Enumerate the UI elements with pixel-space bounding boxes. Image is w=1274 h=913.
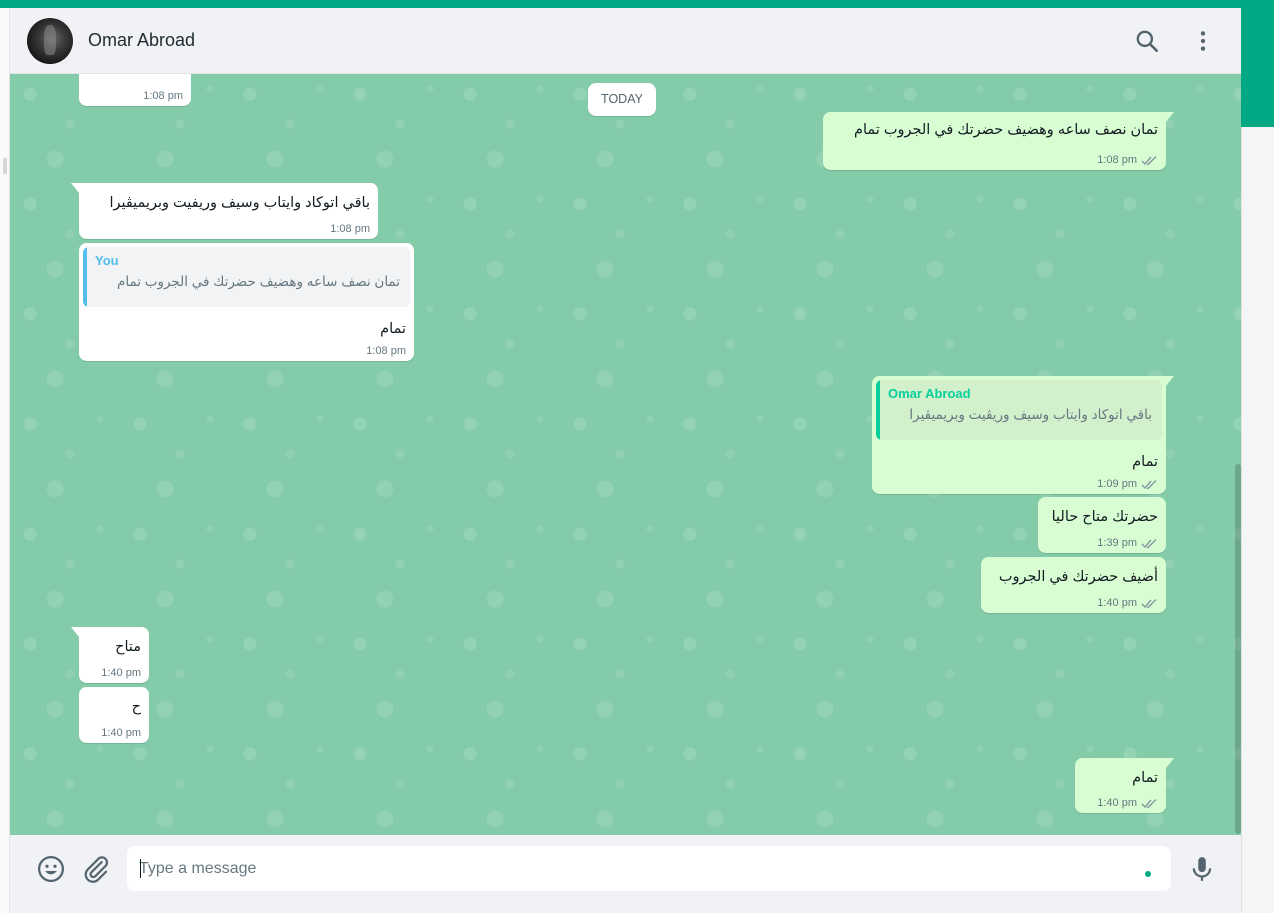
message-meta: 1:08 pm [1097, 154, 1158, 166]
message-incoming[interactable]: متاح 1:40 pm [71, 627, 149, 683]
message-list[interactable]: TODAY 1:08 pm تمان نصف ساعه وهضيف حضرتك … [10, 74, 1241, 835]
message-time: 1:08 pm [143, 90, 183, 102]
double-check-icon [1141, 155, 1157, 165]
message-text: ح [131, 699, 141, 715]
date-divider: TODAY [588, 83, 656, 116]
attach-icon[interactable] [81, 854, 111, 884]
message-text: أضيف حضرتك في الجروب [998, 569, 1158, 585]
message-text: متاح [115, 639, 141, 655]
message-time: 1:40 pm [101, 667, 141, 679]
message-incoming[interactable]: 1:08 pm [79, 74, 191, 106]
message-time: 1:08 pm [366, 345, 406, 357]
message-text: حضرتك متاح حاليا [1051, 509, 1158, 525]
message-incoming-reply[interactable]: You تمان نصف ساعه وهضيف حضرتك في الجروب … [79, 243, 414, 361]
message-incoming[interactable]: ح 1:40 pm [79, 687, 149, 743]
message-time: 1:40 pm [1097, 597, 1137, 609]
message-outgoing[interactable]: تمان نصف ساعه وهضيف حضرتك في الجروب تمام… [823, 112, 1174, 170]
message-text: باقي اتوكاد وايتاب وسيف وريفيت وبريميڤير… [109, 195, 370, 211]
quoted-message[interactable]: You تمان نصف ساعه وهضيف حضرتك في الجروب … [83, 247, 410, 307]
message-text: تمام [1132, 454, 1158, 470]
message-outgoing[interactable]: حضرتك متاح حاليا 1:39 pm [1038, 497, 1166, 553]
quote-text: تمان نصف ساعه وهضيف حضرتك في الجروب تمام [116, 274, 400, 289]
contact-name[interactable]: Omar Abroad [88, 30, 195, 51]
message-meta: 1:40 pm [101, 727, 141, 739]
message-meta: 1:40 pm [1097, 797, 1158, 809]
top-accent-bar [0, 0, 1274, 8]
double-check-icon [1141, 798, 1157, 808]
message-time: 1:39 pm [1097, 537, 1137, 549]
message-text: تمان نصف ساعه وهضيف حضرتك في الجروب تمام [854, 122, 1158, 138]
left-pane-marker [3, 158, 7, 174]
double-check-icon [1141, 479, 1157, 489]
chat-window: Omar Abroad TODAY 1:08 pm تمان نصف ساعه … [10, 8, 1241, 903]
message-time: 1:40 pm [101, 727, 141, 739]
left-pane-edge [0, 8, 10, 913]
message-meta: 1:40 pm [101, 667, 141, 679]
status-dot [1145, 871, 1151, 877]
mic-icon[interactable] [1187, 854, 1217, 884]
double-check-icon [1141, 538, 1157, 548]
message-meta: 1:39 pm [1097, 537, 1158, 549]
message-outgoing[interactable]: تمام 1:40 pm [1075, 758, 1174, 813]
message-time: 1:40 pm [1097, 797, 1137, 809]
quote-author: Omar Abroad [888, 386, 971, 401]
quote-text: باقي اتوكاد وايتاب وسيف وريڤيت وبريميڤير… [909, 407, 1152, 422]
message-meta: 1:08 pm [143, 90, 183, 102]
quote-bar [876, 380, 880, 440]
quoted-message[interactable]: Omar Abroad باقي اتوكاد وايتاب وسيف وريڤ… [876, 380, 1162, 440]
message-time: 1:08 pm [330, 223, 370, 235]
message-incoming[interactable]: باقي اتوكاد وايتاب وسيف وريفيت وبريميڤير… [71, 183, 378, 239]
double-check-icon [1141, 598, 1157, 608]
message-outgoing[interactable]: أضيف حضرتك في الجروب 1:40 pm [981, 557, 1166, 613]
message-meta: 1:08 pm [366, 345, 406, 357]
message-meta: 1:40 pm [1097, 597, 1158, 609]
message-meta: 1:08 pm [330, 223, 370, 235]
quote-author: You [95, 253, 119, 268]
message-input-box [127, 846, 1171, 891]
message-composer [10, 835, 1241, 903]
contact-avatar[interactable] [27, 18, 73, 64]
scrollbar[interactable] [1235, 464, 1241, 834]
message-input[interactable] [139, 846, 1119, 891]
text-cursor [140, 859, 141, 878]
side-panel [1241, 127, 1274, 913]
message-text: تمام [380, 321, 406, 337]
quote-bar [83, 247, 87, 307]
message-text: تمام [1132, 770, 1158, 786]
emoji-icon[interactable] [36, 854, 66, 884]
side-accent-panel [1241, 8, 1274, 127]
message-time: 1:09 pm [1097, 478, 1137, 490]
message-time: 1:08 pm [1097, 154, 1137, 166]
chat-header: Omar Abroad [10, 8, 1241, 74]
menu-icon[interactable] [1190, 28, 1216, 54]
search-icon[interactable] [1134, 28, 1160, 54]
message-meta: 1:09 pm [1097, 478, 1158, 490]
message-outgoing-reply[interactable]: Omar Abroad باقي اتوكاد وايتاب وسيف وريڤ… [872, 376, 1174, 494]
